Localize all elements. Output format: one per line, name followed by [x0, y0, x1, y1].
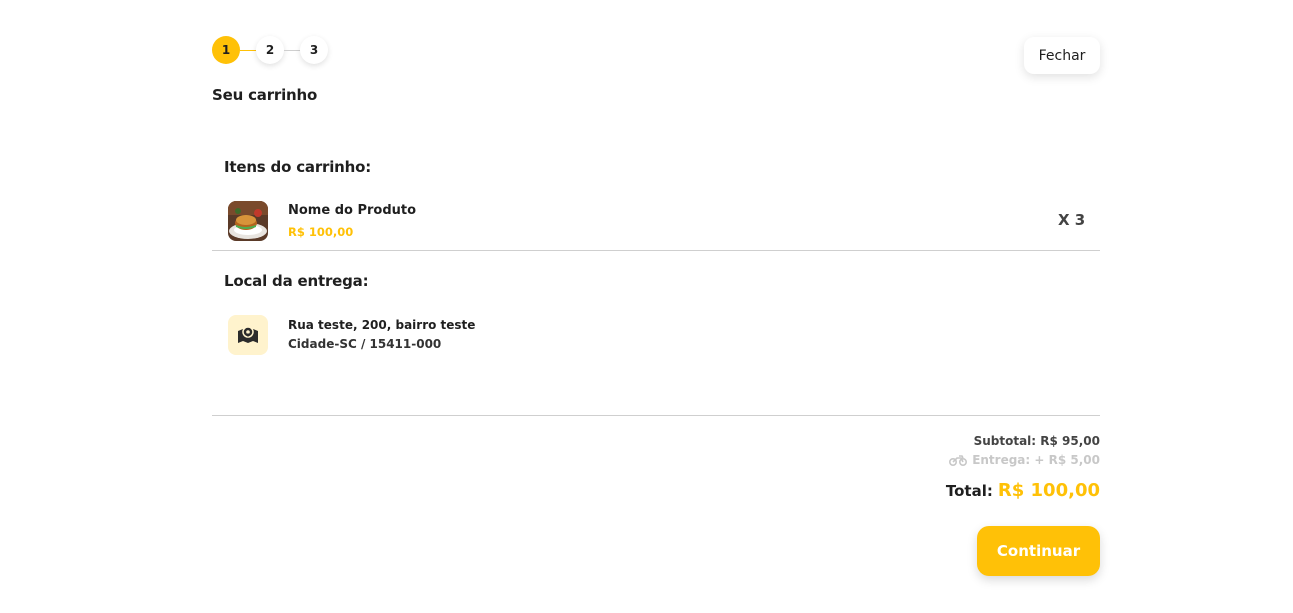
product-name: Nome do Produto — [288, 203, 417, 218]
total-value: R$ 100,00 — [997, 480, 1100, 501]
delivery-fee-text: Entrega: + R$ 5,00 — [972, 453, 1100, 467]
step-connector-1 — [240, 49, 256, 51]
motorcycle-icon — [949, 455, 968, 466]
burger-plate-image — [228, 201, 268, 241]
checkout-stepper: 1 2 3 — [212, 36, 328, 64]
subtotal: Subtotal: R$ 95,00 — [973, 434, 1100, 448]
address-line-1: Rua teste, 200, bairro teste — [288, 318, 476, 332]
cart-divider — [212, 250, 1100, 251]
product-price: R$ 100,00 — [288, 225, 354, 239]
total-row: Total: R$ 100,00 — [946, 480, 1100, 501]
map-icon-container — [228, 315, 268, 355]
checkout-page: 1 2 3 Fechar Seu carrinho Itens do carri… — [0, 0, 1293, 613]
delivery-fee: Entrega: + R$ 5,00 — [949, 453, 1100, 467]
delivery-title: Local da entrega: — [224, 272, 369, 290]
cart-items-title: Itens do carrinho: — [224, 158, 372, 176]
map-marker-icon — [238, 326, 258, 343]
step-1[interactable]: 1 — [212, 36, 240, 64]
product-thumbnail — [228, 201, 268, 241]
step-3[interactable]: 3 — [300, 36, 328, 64]
product-quantity: X 3 — [1058, 211, 1086, 229]
step-connector-2 — [284, 49, 300, 51]
page-title: Seu carrinho — [212, 86, 318, 104]
close-button[interactable]: Fechar — [1024, 37, 1100, 74]
summary-divider — [212, 415, 1100, 416]
continue-button[interactable]: Continuar — [977, 526, 1100, 576]
total-label: Total: — [945, 482, 993, 500]
address-line-2: Cidade-SC / 15411-000 — [288, 337, 442, 351]
step-2[interactable]: 2 — [256, 36, 284, 64]
